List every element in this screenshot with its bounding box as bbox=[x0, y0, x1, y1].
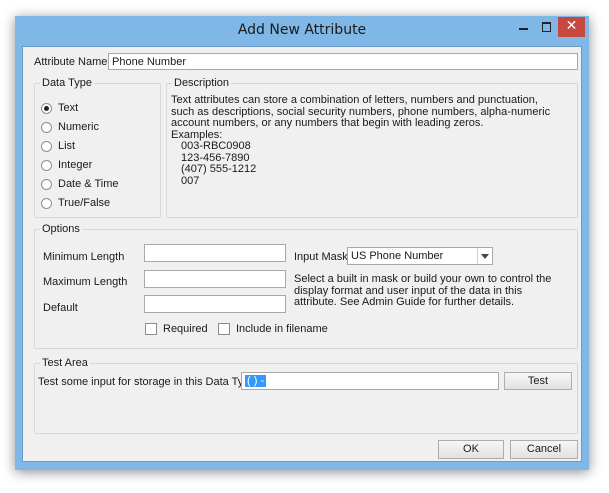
radio-label: Numeric bbox=[58, 121, 99, 133]
options-group: Options Minimum Length Maximum Length De… bbox=[34, 223, 578, 349]
test-input[interactable]: ( ) - bbox=[241, 372, 499, 390]
input-mask-value: US Phone Number bbox=[351, 250, 444, 262]
attribute-name-input[interactable]: Phone Number bbox=[108, 53, 578, 70]
radio-label: Date & Time bbox=[58, 178, 119, 190]
radio-icon bbox=[41, 198, 52, 209]
radio-icon bbox=[41, 141, 52, 152]
minimum-length-label: Minimum Length bbox=[43, 251, 125, 263]
dialog-body: Attribute Name: Phone Number Data Type T… bbox=[22, 46, 582, 462]
radio-label: True/False bbox=[58, 197, 111, 209]
radio-selected-icon bbox=[41, 103, 52, 114]
title-bar[interactable]: Add New Attribute ✕ bbox=[15, 16, 589, 46]
input-mask-help: Select a built in mask or build your own… bbox=[294, 273, 552, 308]
input-mask-select[interactable]: US Phone Number bbox=[347, 247, 493, 265]
minimum-length-input[interactable] bbox=[144, 244, 286, 262]
data-type-group: Data Type Text Numeric List Integer Date… bbox=[34, 77, 161, 218]
include-in-filename-label: Include in filename bbox=[236, 323, 328, 335]
ok-button[interactable]: OK bbox=[438, 440, 504, 459]
minimize-button[interactable] bbox=[512, 17, 534, 37]
dialog-title: Add New Attribute bbox=[237, 22, 367, 38]
chevron-down-icon[interactable] bbox=[477, 248, 492, 264]
input-mask-label: Input Mask bbox=[294, 251, 348, 263]
default-label: Default bbox=[43, 302, 78, 314]
dialog-window: Add New Attribute ✕ Attribute Name: Phon… bbox=[15, 16, 589, 470]
maximum-length-input[interactable] bbox=[144, 270, 286, 288]
options-legend: Options bbox=[40, 223, 82, 235]
radio-icon bbox=[41, 179, 52, 190]
description-body: Text attributes can store a combination … bbox=[171, 94, 551, 129]
close-button[interactable]: ✕ bbox=[558, 17, 585, 37]
radio-label: Text bbox=[58, 102, 79, 114]
attribute-name-value: Phone Number bbox=[112, 56, 186, 68]
description-text: Text attributes can store a combination … bbox=[171, 94, 553, 187]
maximum-length-label: Maximum Length bbox=[43, 276, 128, 288]
radio-icon bbox=[41, 122, 52, 133]
example-item: 007 bbox=[181, 174, 200, 187]
include-in-filename-checkbox[interactable] bbox=[218, 323, 230, 335]
radio-label: Integer bbox=[58, 159, 93, 171]
required-checkbox[interactable] bbox=[145, 323, 157, 335]
test-prompt-label: Test some input for storage in this Data… bbox=[38, 376, 259, 388]
description-group: Description Text attributes can store a … bbox=[166, 77, 578, 218]
cancel-button[interactable]: Cancel bbox=[510, 440, 578, 459]
description-legend: Description bbox=[172, 77, 232, 89]
data-type-legend: Data Type bbox=[40, 77, 94, 89]
radio-icon bbox=[41, 160, 52, 171]
example-item: (407) 555-1212 bbox=[181, 163, 257, 175]
example-item: 003-RBC0908 bbox=[181, 140, 251, 152]
test-area-legend: Test Area bbox=[40, 357, 90, 369]
attribute-name-label: Attribute Name: bbox=[34, 56, 111, 68]
required-label: Required bbox=[163, 323, 208, 335]
close-icon: ✕ bbox=[565, 18, 578, 34]
default-input[interactable] bbox=[144, 295, 286, 313]
test-input-value: ( ) - bbox=[245, 375, 267, 387]
radio-label: List bbox=[58, 140, 76, 152]
test-button[interactable]: Test bbox=[504, 372, 572, 390]
test-area-group: Test Area Test some input for storage in… bbox=[34, 357, 578, 434]
examples-list: 003-RBC0908 123-456-7890 (407) 555-1212 … bbox=[171, 140, 553, 187]
maximize-button[interactable] bbox=[535, 17, 557, 37]
